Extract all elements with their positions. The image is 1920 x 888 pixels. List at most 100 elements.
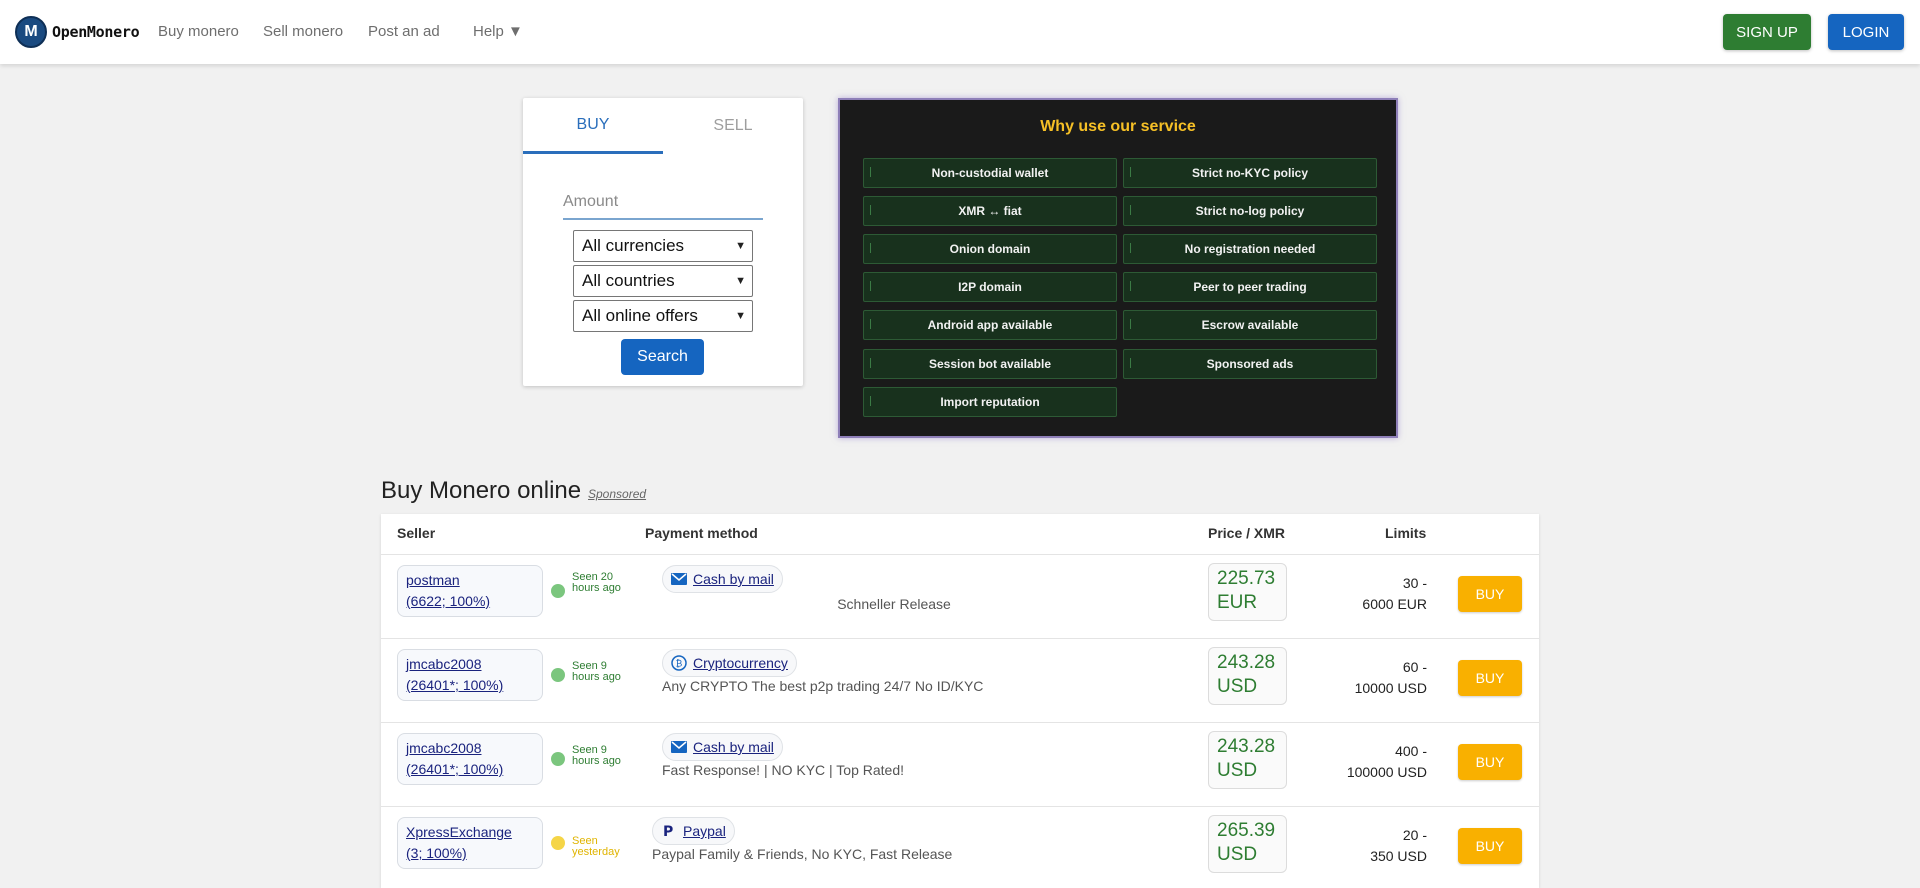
envelope-icon — [671, 739, 687, 755]
seller-link[interactable]: XpressExchange (3; 100%) — [397, 817, 543, 869]
last-seen-text: Seen 9 hours ago — [572, 744, 621, 767]
check-icon — [1130, 205, 1134, 215]
table-row: XpressExchange (3; 100%) Seen yesterday P… — [381, 806, 1539, 888]
crypto-coin-icon: ₿ — [671, 655, 687, 671]
check-icon — [870, 167, 874, 177]
country-select[interactable]: All countries ▼ — [573, 265, 753, 297]
col-header-payment-method: Payment method — [645, 525, 758, 541]
nav-buy-monero[interactable]: Buy monero — [158, 23, 239, 40]
offers-table: Seller Payment method Price / XMR Limits… — [381, 514, 1539, 888]
offer-description: Paypal Family & Friends, No KYC, Fast Re… — [652, 846, 953, 862]
seller-link[interactable]: jmcabc2008 (26401*; 100%) — [397, 649, 543, 701]
price-box: 265.39 USD — [1208, 815, 1287, 873]
feature-item: Sponsored ads — [1123, 349, 1377, 379]
chevron-down-icon: ▼ — [735, 240, 746, 252]
check-icon — [1130, 319, 1134, 329]
limits-text: 400 -100000 USD — [1346, 743, 1427, 780]
offer-description: Fast Response! | NO KYC | Top Rated! — [662, 762, 905, 778]
offer-description: ﾠﾠﾠﾠﾠﾠﾠ ﾠﾠﾠﾠﾠﾠ Schneller Release — [662, 596, 951, 612]
check-icon — [1130, 281, 1134, 291]
offer-description: Any CRYPTO The best p2p trading 24/7 No … — [662, 678, 984, 694]
last-seen-text: Seen 20 hours ago — [572, 571, 621, 594]
why-use-service-box: Why use our service Non-custodial wallet… — [838, 98, 1398, 438]
monero-logo-icon: M — [15, 16, 47, 48]
seller-link[interactable]: postman (6622; 100%) — [397, 565, 543, 617]
sponsored-link[interactable]: Sponsored — [588, 487, 646, 501]
col-header-limits: Limits — [1385, 525, 1427, 541]
svg-text:₿: ₿ — [676, 659, 683, 670]
feature-item: Peer to peer trading — [1123, 272, 1377, 302]
feature-item: XMR ↔ fiat — [863, 196, 1117, 226]
check-icon — [870, 281, 874, 291]
table-row: postman (6622; 100%) Seen 20 hours ago Ca… — [381, 554, 1539, 638]
feature-item: Session bot available — [863, 349, 1117, 379]
feature-item: Escrow available — [1123, 310, 1377, 340]
buy-button[interactable]: BUY — [1458, 828, 1522, 864]
seller-link[interactable]: jmcabc2008 (26401*; 100%) — [397, 733, 543, 785]
check-icon — [1130, 167, 1134, 177]
check-icon — [870, 243, 874, 253]
login-button[interactable]: LOGIN — [1828, 14, 1904, 50]
svg-text:P: P — [663, 824, 673, 839]
online-status-dot — [551, 668, 565, 682]
price-box: 225.73 EUR — [1208, 563, 1287, 621]
currency-select-value: All currencies — [582, 236, 685, 255]
why-title: Why use our service — [1040, 118, 1196, 135]
offer-type-select[interactable]: All online offers ▼ — [573, 300, 753, 332]
check-icon — [870, 396, 874, 406]
feature-item: Strict no-KYC policy — [1123, 158, 1377, 188]
search-card: BUY SELL All currencies ▼ All countries … — [523, 98, 803, 386]
buy-button[interactable]: BUY — [1458, 660, 1522, 696]
feature-item: Import reputation — [863, 387, 1117, 417]
check-icon — [870, 358, 874, 368]
col-header-price: Price / XMR — [1208, 525, 1286, 541]
last-seen-text: Seen 9 hours ago — [572, 660, 621, 683]
payment-method-link[interactable]: Cash by mail — [662, 733, 783, 761]
nav-sell-monero[interactable]: Sell monero — [263, 23, 343, 40]
logo-text: OpenMonero — [52, 23, 140, 41]
check-icon — [1130, 358, 1134, 368]
limits-text: 60 -10000 USD — [1354, 659, 1427, 696]
price-box: 243.28 USD — [1208, 731, 1287, 789]
paypal-icon: P — [661, 823, 677, 839]
nav-post-an-ad[interactable]: Post an ad — [368, 23, 440, 40]
limits-text: 30 -6000 EUR — [1362, 575, 1427, 612]
offer-type-select-value: All online offers — [582, 306, 698, 325]
col-header-seller: Seller — [397, 525, 436, 541]
nav-help-dropdown[interactable]: Help ▼ — [473, 23, 523, 40]
feature-item: Onion domain — [863, 234, 1117, 264]
feature-item: I2P domain — [863, 272, 1117, 302]
amount-input[interactable] — [563, 186, 763, 220]
feature-item: Android app available — [863, 310, 1117, 340]
last-seen-text: Seen yesterday — [572, 835, 620, 858]
payment-method-link[interactable]: P Paypal — [652, 817, 735, 845]
price-box: 243.28 USD — [1208, 647, 1287, 705]
table-row: jmcabc2008 (26401*; 100%) Seen 9 hours ag… — [381, 638, 1539, 722]
buy-button[interactable]: BUY — [1458, 744, 1522, 780]
tab-sell[interactable]: SELL — [663, 98, 803, 154]
country-select-value: All countries — [582, 271, 675, 290]
listings-title: Buy Monero online — [381, 477, 582, 504]
table-row: jmcabc2008 (26401*; 100%) Seen 9 hours ag… — [381, 722, 1539, 806]
payment-method-link[interactable]: Cash by mail — [662, 565, 783, 593]
check-icon — [870, 205, 874, 215]
search-button[interactable]: Search — [621, 339, 704, 375]
online-status-dot — [551, 752, 565, 766]
tab-buy[interactable]: BUY — [523, 98, 663, 154]
top-navbar: M OpenMonero Buy monero Sell monero Post… — [0, 0, 1920, 64]
check-icon — [1130, 243, 1134, 253]
chevron-down-icon: ▼ — [735, 310, 746, 322]
feature-item: No registration needed — [1123, 234, 1377, 264]
limits-text: 20 -350 USD — [1370, 827, 1427, 864]
feature-item: Strict no-log policy — [1123, 196, 1377, 226]
online-status-dot — [551, 584, 565, 598]
payment-method-link[interactable]: ₿ Cryptocurrency — [662, 649, 797, 677]
buy-button[interactable]: BUY — [1458, 576, 1522, 612]
online-status-dot — [551, 836, 565, 850]
check-icon — [870, 319, 874, 329]
currency-select[interactable]: All currencies ▼ — [573, 230, 753, 262]
envelope-icon — [671, 571, 687, 587]
feature-item: Non-custodial wallet — [863, 158, 1117, 188]
signup-button[interactable]: SIGN UP — [1723, 14, 1811, 50]
logo-link[interactable]: M OpenMonero — [15, 16, 140, 48]
